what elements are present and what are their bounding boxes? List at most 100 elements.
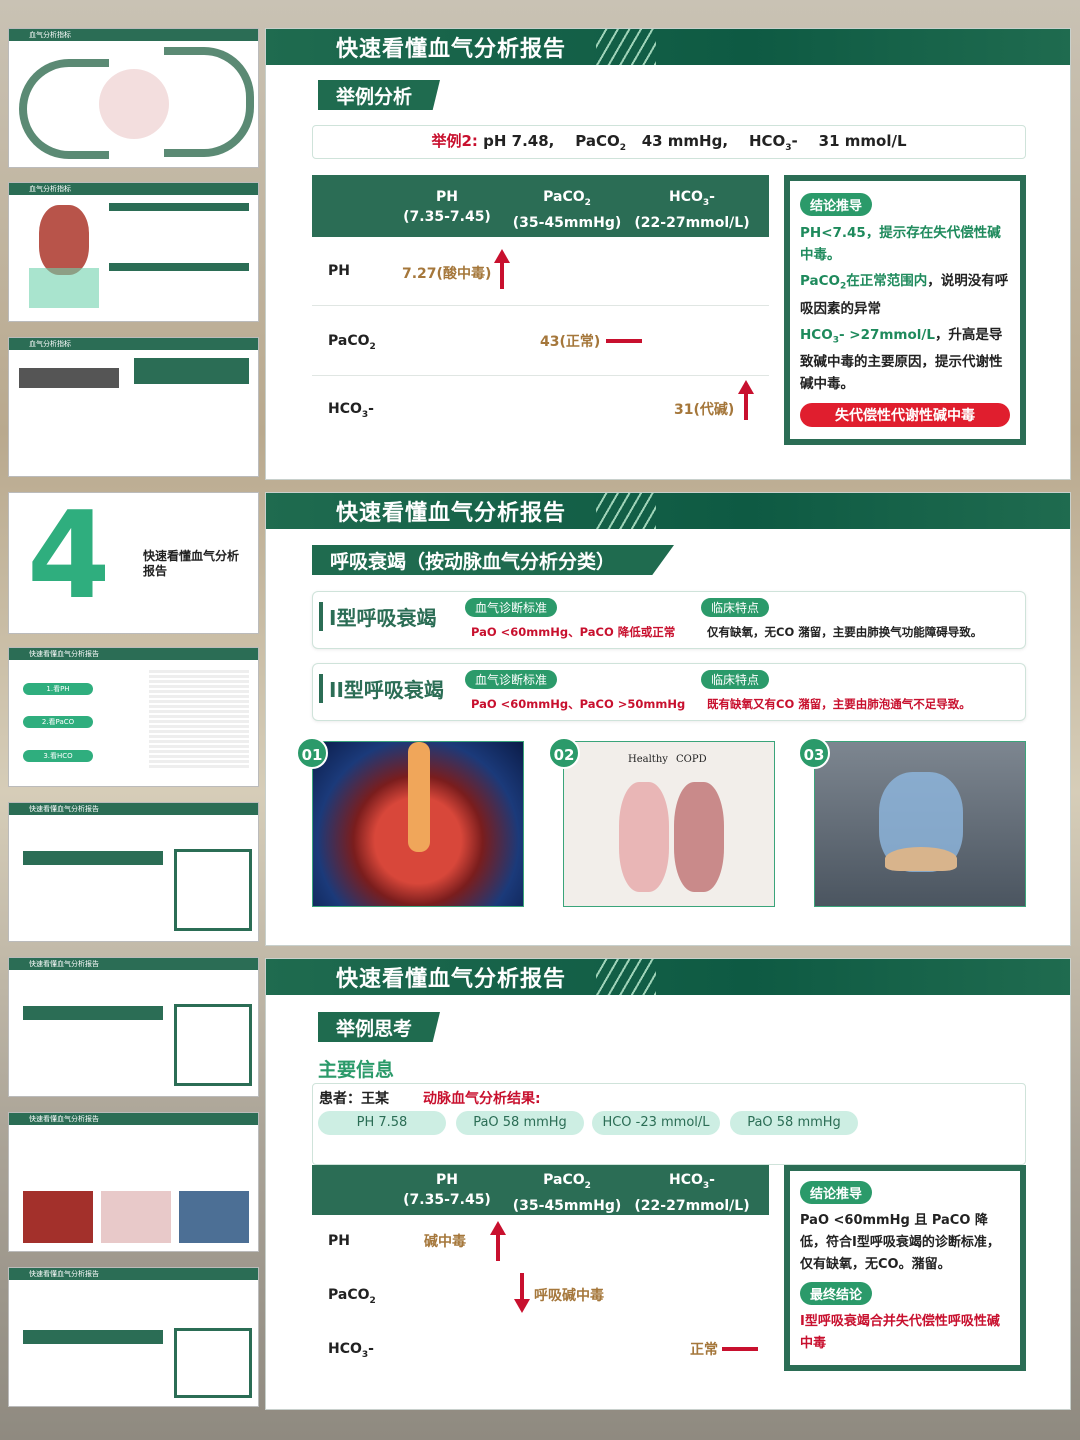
- slide-respiratory-failure: 快速看懂血气分析报告 呼吸衰竭（按动脉血气分析分类） I型呼吸衰竭 血气诊断标准…: [265, 492, 1071, 946]
- row-label-text: PaCO: [328, 1287, 370, 1303]
- row-value: 碱中毒: [424, 1234, 466, 1250]
- slide-header: 快速看懂血气分析报告: [266, 959, 1070, 995]
- thumb-4[interactable]: 4 快速看懂血气分析报告: [8, 492, 259, 634]
- analysis-table: PH (7.35-7.45) PaCO2 (35-45mmHg) HCO3- (22-…: [312, 175, 769, 445]
- conclusion-p1: PH<7.45，提示存在失代偿性碱中毒。: [800, 222, 1010, 266]
- ph-value: pH 7.48,: [483, 132, 555, 150]
- value-tag: PH 7.58: [318, 1111, 446, 1135]
- col-header: HCO: [669, 1172, 703, 1188]
- trachea-shape: [408, 742, 430, 852]
- body-lungs-image: [814, 741, 1026, 907]
- row-value: 31(代碱): [674, 402, 735, 418]
- result-badge: 失代偿性代谢性碱中毒: [800, 403, 1010, 428]
- conclusion-tag: 结论推导: [800, 193, 873, 216]
- analysis-table: PH (7.35-7.45) PaCO2 (35-45mmHg) HCO3- (22-…: [312, 1165, 769, 1381]
- mini-conclusion: [174, 1328, 252, 1398]
- col-header: PaCO: [543, 189, 585, 205]
- platform-shape: [29, 268, 99, 308]
- thumb-title: 快速看懂血气分析报告: [29, 1115, 99, 1123]
- thumb-6[interactable]: 快速看懂血气分析报告: [8, 802, 259, 942]
- conclusion-p3: HCO3- >27mmol/L，升高是导致碱中毒的主要原因，提示代谢性碱中毒。: [800, 326, 1003, 393]
- thumb-title: 快速看懂血气分析报告: [29, 650, 99, 658]
- criteria-text: PaO <60mmHg、PaCO 降低或正常: [471, 625, 676, 639]
- hco3-value: 31 mmol/L: [818, 132, 907, 150]
- dash-icon: [606, 339, 642, 343]
- image-number: 02: [548, 737, 580, 769]
- p3-a: HCO: [800, 326, 833, 343]
- final-tag: 最终结论: [800, 1282, 873, 1305]
- result-label: 动脉血气分析结果:: [423, 1091, 541, 1107]
- card-title: II型呼吸衰竭: [319, 674, 444, 703]
- col-range: (22-27mmol/L): [634, 214, 750, 231]
- col-header: PH: [436, 1172, 458, 1188]
- criteria-tag: 血气诊断标准: [465, 670, 558, 689]
- thumb-5[interactable]: 快速看懂血气分析报告 1.看PH 2.看PaCO 3.看HCO: [8, 647, 259, 787]
- row-value: 正常: [690, 1342, 718, 1358]
- patient-label: 患者：王某: [319, 1091, 389, 1107]
- card-title: I型呼吸衰竭: [319, 602, 436, 631]
- lung-icon: [99, 69, 169, 139]
- thumb-title: 快速看懂血气分析报告: [29, 805, 99, 813]
- final-text: I型呼吸衰竭合并失代偿性呼吸性碱中毒: [800, 1314, 1000, 1351]
- thumb-title: 血气分析指标: [29, 31, 71, 39]
- mini-image: [179, 1191, 249, 1243]
- feature-text: 既有缺氧又有CO 潴留，主要由肺泡通气不足导致。: [707, 697, 971, 711]
- up-arrow-icon: [738, 380, 754, 420]
- criteria-tag: 血气诊断标准: [465, 598, 558, 617]
- thumb-2[interactable]: 血气分析指标: [8, 182, 259, 322]
- lungs-image: [312, 741, 524, 907]
- conclusion-text: PaO <60mmHg 且 PaCO 降低，符合I型呼吸衰竭的诊断标准，仅有缺氧…: [800, 1213, 1000, 1272]
- criteria-text: PaO <60mmHg、PaCO >50mmHg: [471, 697, 686, 711]
- up-arrow-icon: [490, 1221, 506, 1261]
- thumb-3[interactable]: 血气分析指标: [8, 337, 259, 477]
- mini-table: [149, 670, 249, 770]
- row-label: HCO3-: [328, 401, 374, 420]
- table-header: PH (7.35-7.45) PaCO2 (35-45mmHg) HCO3- (22-…: [312, 1165, 769, 1215]
- example-label: 举例2:: [431, 132, 478, 150]
- section-number: 4: [27, 492, 111, 626]
- col-header: PH: [436, 189, 458, 205]
- thumb-title: 血气分析指标: [29, 340, 71, 348]
- copd-label: COPD: [676, 754, 707, 765]
- value-tag: HCO -23 mmol/L: [592, 1111, 720, 1135]
- conclusion-box: 结论推导 PaO <60mmHg 且 PaCO 降低，符合I型呼吸衰竭的诊断标准…: [784, 1165, 1026, 1371]
- table-header: PH (7.35-7.45) PaCO2 (35-45mmHg) HCO3- (22-…: [312, 175, 769, 237]
- slide-header: 快速看懂血气分析报告: [266, 493, 1070, 529]
- slide-header: 快速看懂血气分析报告: [266, 29, 1070, 65]
- section-title: 快速看懂血气分析报告: [143, 549, 240, 578]
- step-pill: 1.看PH: [23, 683, 93, 695]
- thumb-9[interactable]: 快速看懂血气分析报告: [8, 1267, 259, 1407]
- conclusion-p2: PaCO2在正常范围内，说明没有呼吸因素的异常: [800, 273, 1009, 317]
- arrow-shape: [19, 59, 109, 159]
- conclusion-tag: 结论推导: [800, 1181, 873, 1204]
- row-label: HCO3-: [328, 1341, 374, 1360]
- kidney-icon: [39, 205, 89, 275]
- thumb-1[interactable]: 血气分析指标: [8, 28, 259, 168]
- thumb-title: 快速看懂血气分析报告: [29, 960, 99, 968]
- lung-shape: [619, 782, 669, 892]
- row-label: PH: [328, 1233, 350, 1249]
- slide-example-thinking: 快速看懂血气分析报告 举例思考 主要信息 患者：王某 动脉血气分析结果: PH …: [265, 958, 1071, 1410]
- row-label-text: PaCO: [328, 333, 370, 349]
- col-range: (7.35-7.45): [403, 1192, 491, 1208]
- p3-b: - >27mmol/L: [838, 326, 935, 343]
- paco2-value: 43 mmHg,: [641, 132, 729, 150]
- thumb-7[interactable]: 快速看懂血气分析报告: [8, 957, 259, 1097]
- mini-image: [23, 1191, 93, 1243]
- section-label: 举例思考: [318, 1012, 440, 1042]
- row-value: 7.27(酸中毒): [402, 266, 492, 282]
- healthy-label: Healthy: [628, 754, 668, 765]
- value-tag: PaO 58 mmHg: [456, 1111, 584, 1135]
- image-number: 03: [798, 737, 830, 769]
- image-number: 01: [296, 737, 328, 769]
- arrow-shape: [164, 47, 254, 157]
- mini-image: [101, 1191, 171, 1243]
- row-label-text: HCO: [328, 1341, 362, 1357]
- row-value: 呼吸碱中毒: [534, 1288, 604, 1304]
- section-label: 举例分析: [318, 80, 440, 110]
- col-range: (7.35-7.45): [403, 209, 491, 225]
- col-range: (22-27mmol/L): [634, 1197, 750, 1214]
- feature-tag: 临床特点: [701, 598, 770, 617]
- hco3-label: HCO: [748, 132, 786, 150]
- thumb-8[interactable]: 快速看懂血气分析报告: [8, 1112, 259, 1252]
